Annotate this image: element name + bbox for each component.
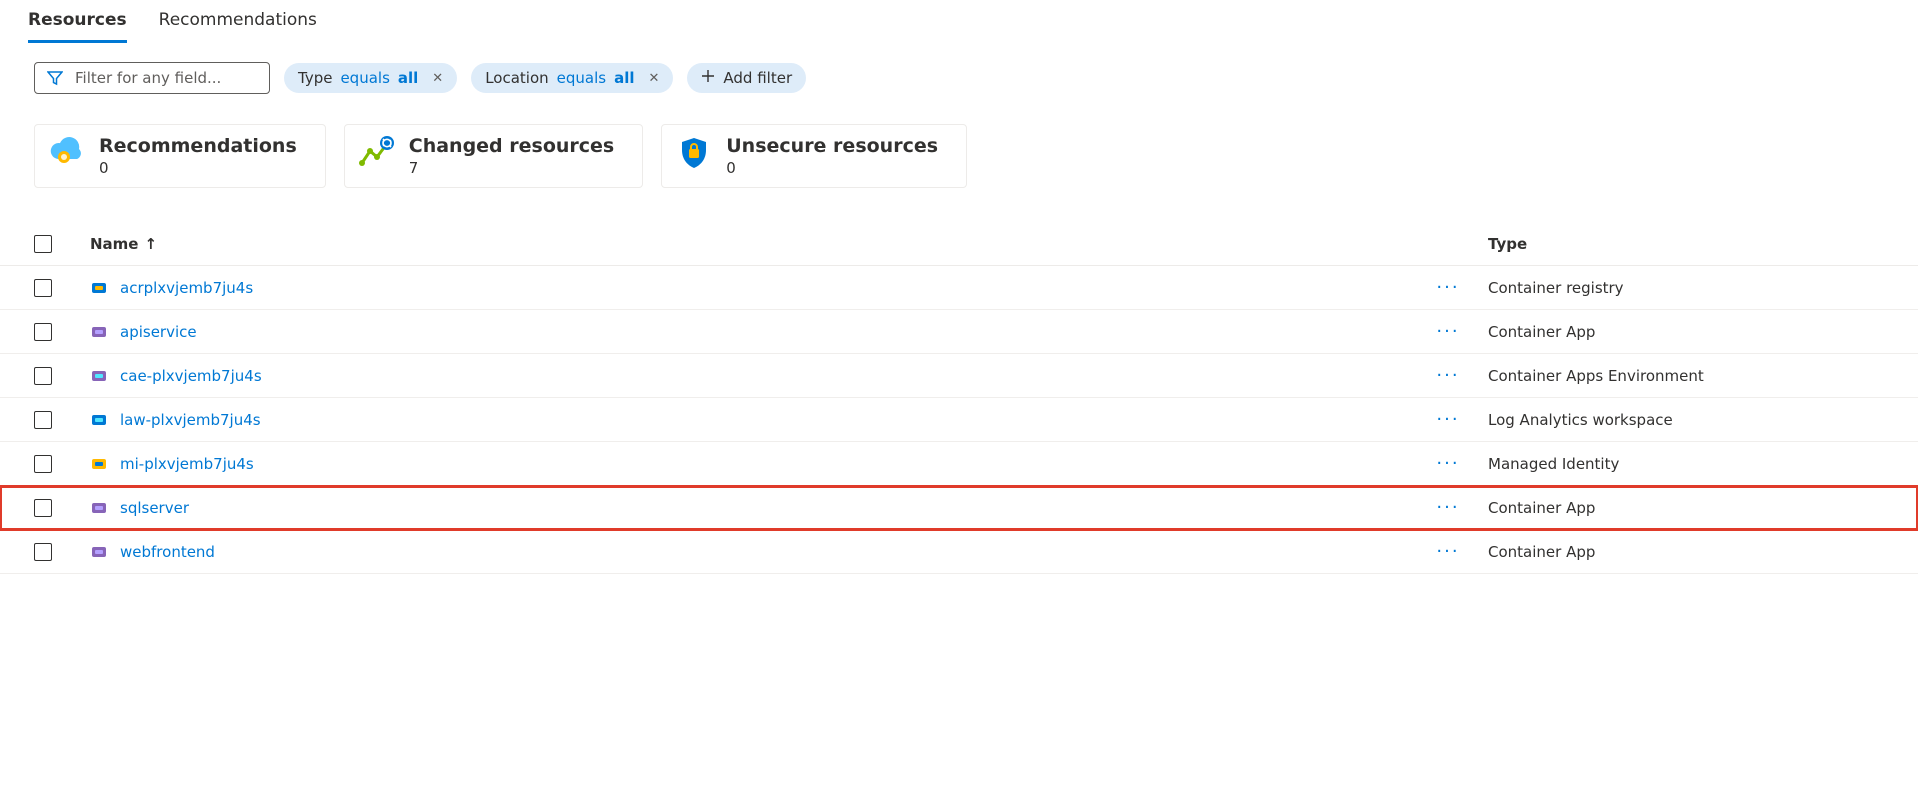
- pill-val: all: [398, 69, 418, 87]
- tab-bar: Resources Recommendations: [0, 10, 1918, 44]
- filter-icon: [47, 70, 63, 86]
- row-checkbox[interactable]: [34, 455, 52, 473]
- resource-link[interactable]: mi-plxvjemb7ju4s: [120, 455, 254, 473]
- resource-link[interactable]: apiservice: [120, 323, 197, 341]
- resource-icon: [90, 543, 108, 561]
- table-header: Name ↑ Type: [0, 222, 1918, 266]
- filter-pill-location[interactable]: Location equals all ✕: [471, 63, 673, 93]
- resource-type: Container registry: [1478, 279, 1898, 297]
- table-row: apiservice ···Container App: [0, 310, 1918, 354]
- card-unsecure[interactable]: Unsecure resources 0: [661, 124, 967, 188]
- pill-val: all: [614, 69, 634, 87]
- close-icon[interactable]: ✕: [432, 71, 443, 86]
- card-count: 0: [726, 159, 938, 177]
- resource-type: Container App: [1478, 499, 1898, 517]
- resource-icon: [90, 323, 108, 341]
- row-checkbox[interactable]: [34, 499, 52, 517]
- more-actions-button[interactable]: ···: [1418, 321, 1478, 342]
- filter-input-wrap[interactable]: [34, 62, 270, 94]
- card-title: Recommendations: [99, 135, 297, 157]
- tab-recommendations[interactable]: Recommendations: [159, 10, 317, 43]
- resource-icon: [90, 367, 108, 385]
- pill-field: Type: [298, 69, 332, 87]
- more-actions-button[interactable]: ···: [1418, 409, 1478, 430]
- table-row: webfrontend ···Container App: [0, 530, 1918, 574]
- sort-asc-icon: ↑: [144, 235, 157, 253]
- resource-icon: [90, 411, 108, 429]
- more-actions-button[interactable]: ···: [1418, 365, 1478, 386]
- pill-field: Location: [485, 69, 548, 87]
- row-checkbox[interactable]: [34, 367, 52, 385]
- card-recommendations[interactable]: Recommendations 0: [34, 124, 326, 188]
- col-type[interactable]: Type: [1478, 235, 1898, 253]
- more-actions-button[interactable]: ···: [1418, 453, 1478, 474]
- table-row: acrplxvjemb7ju4s ···Container registry: [0, 266, 1918, 310]
- summary-cards: Recommendations 0 Changed resources 7 Un…: [0, 94, 1918, 188]
- resource-type: Container App: [1478, 543, 1898, 561]
- add-filter-button[interactable]: Add filter: [687, 63, 806, 93]
- row-checkbox[interactable]: [34, 411, 52, 429]
- resource-link[interactable]: webfrontend: [120, 543, 215, 561]
- resource-type: Container Apps Environment: [1478, 367, 1898, 385]
- filter-bar: Type equals all ✕ Location equals all ✕ …: [0, 44, 1918, 94]
- pill-op: equals: [340, 69, 389, 87]
- resource-link[interactable]: sqlserver: [120, 499, 189, 517]
- col-name-label: Name: [90, 235, 138, 253]
- table-row: mi-plxvjemb7ju4s ···Managed Identity: [0, 442, 1918, 486]
- shield-icon: [676, 135, 712, 171]
- resources-table: Name↑ Type acrplxvjemb7ju4s···Container …: [0, 222, 1918, 574]
- table-row: cae-plxvjemb7ju4s ···Container Apps Envir…: [0, 354, 1918, 398]
- card-changed[interactable]: Changed resources 7: [344, 124, 644, 188]
- add-filter-label: Add filter: [723, 69, 792, 87]
- row-checkbox[interactable]: [34, 543, 52, 561]
- resource-icon: [90, 455, 108, 473]
- resource-icon: [90, 499, 108, 517]
- more-actions-button[interactable]: ···: [1418, 497, 1478, 518]
- table-row: sqlserver ···Container App: [0, 486, 1918, 530]
- row-checkbox[interactable]: [34, 323, 52, 341]
- resource-type: Log Analytics workspace: [1478, 411, 1898, 429]
- select-all-checkbox[interactable]: [34, 235, 52, 253]
- filter-pill-type[interactable]: Type equals all ✕: [284, 63, 457, 93]
- row-checkbox[interactable]: [34, 279, 52, 297]
- resource-link[interactable]: law-plxvjemb7ju4s: [120, 411, 261, 429]
- resource-link[interactable]: acrplxvjemb7ju4s: [120, 279, 253, 297]
- more-actions-button[interactable]: ···: [1418, 541, 1478, 562]
- resource-type: Managed Identity: [1478, 455, 1898, 473]
- table-row: law-plxvjemb7ju4s ···Log Analytics worksp…: [0, 398, 1918, 442]
- resource-type: Container App: [1478, 323, 1898, 341]
- card-title: Changed resources: [409, 135, 615, 157]
- close-icon[interactable]: ✕: [649, 71, 660, 86]
- cloud-icon: [49, 135, 85, 171]
- resource-link[interactable]: cae-plxvjemb7ju4s: [120, 367, 262, 385]
- changed-icon: [359, 135, 395, 171]
- col-name[interactable]: Name ↑: [90, 235, 1418, 253]
- tab-resources[interactable]: Resources: [28, 10, 127, 43]
- plus-icon: [701, 69, 715, 87]
- filter-input[interactable]: [75, 69, 269, 87]
- card-title: Unsecure resources: [726, 135, 938, 157]
- pill-op: equals: [557, 69, 606, 87]
- more-actions-button[interactable]: ···: [1418, 277, 1478, 298]
- card-count: 0: [99, 159, 297, 177]
- card-count: 7: [409, 159, 615, 177]
- resource-icon: [90, 279, 108, 297]
